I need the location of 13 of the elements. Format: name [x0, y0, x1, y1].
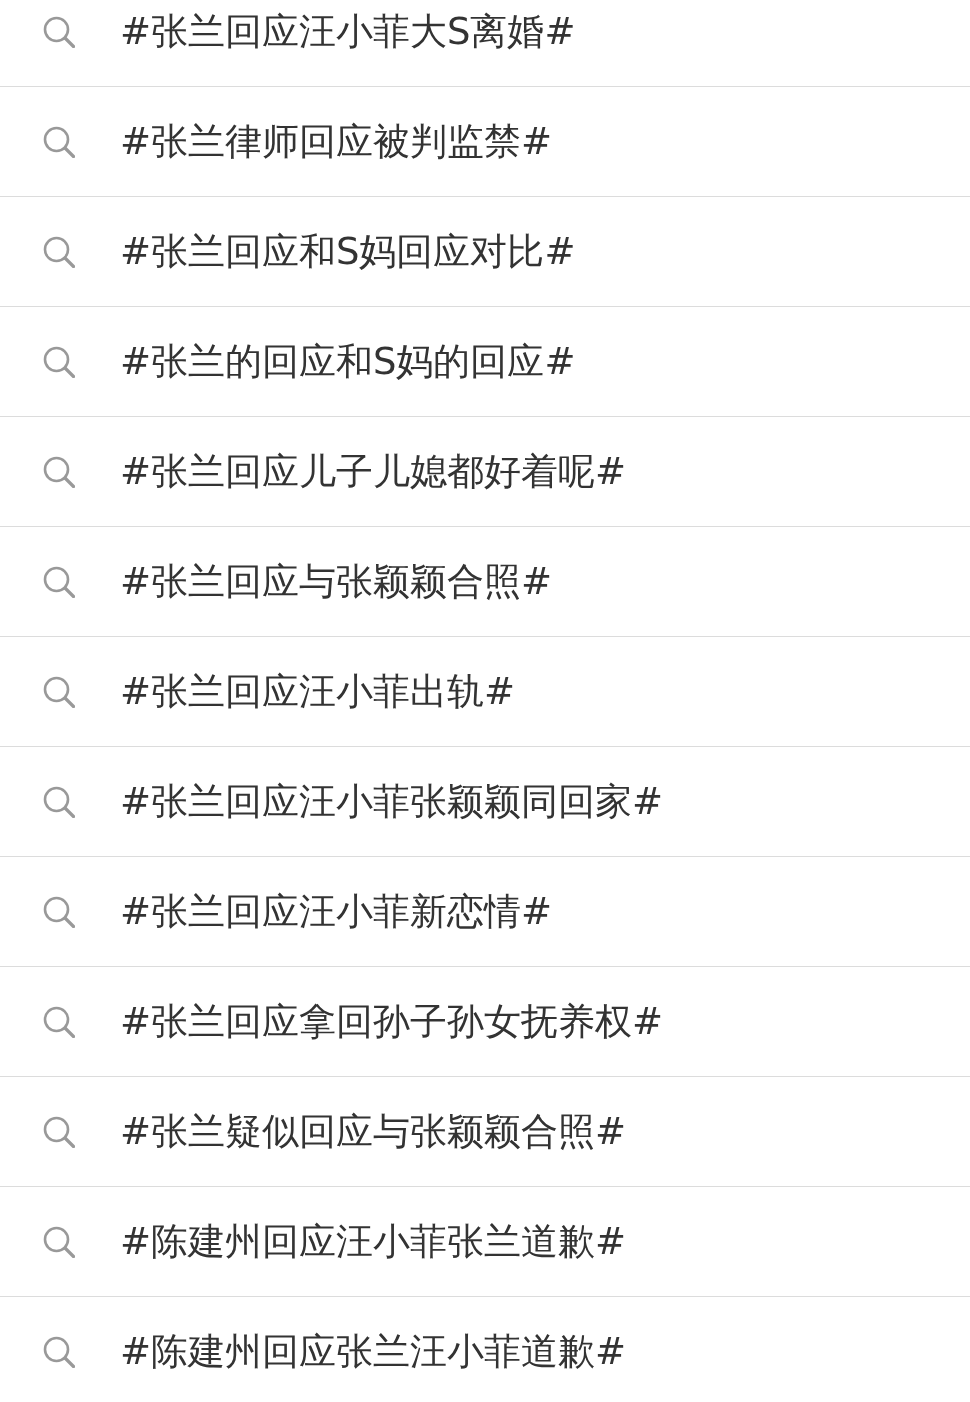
search-icon [43, 235, 75, 268]
search-icon [43, 1225, 75, 1258]
search-icon [43, 1005, 75, 1038]
search-icon [43, 15, 75, 48]
search-icon [43, 1115, 75, 1148]
search-icon [43, 455, 75, 488]
search-icon [43, 1335, 75, 1368]
search-icon [43, 785, 75, 818]
search-icon [43, 345, 75, 378]
search-icon [43, 675, 75, 708]
search-icon [43, 565, 75, 598]
search-icon [43, 895, 75, 928]
search-icon [43, 125, 75, 158]
